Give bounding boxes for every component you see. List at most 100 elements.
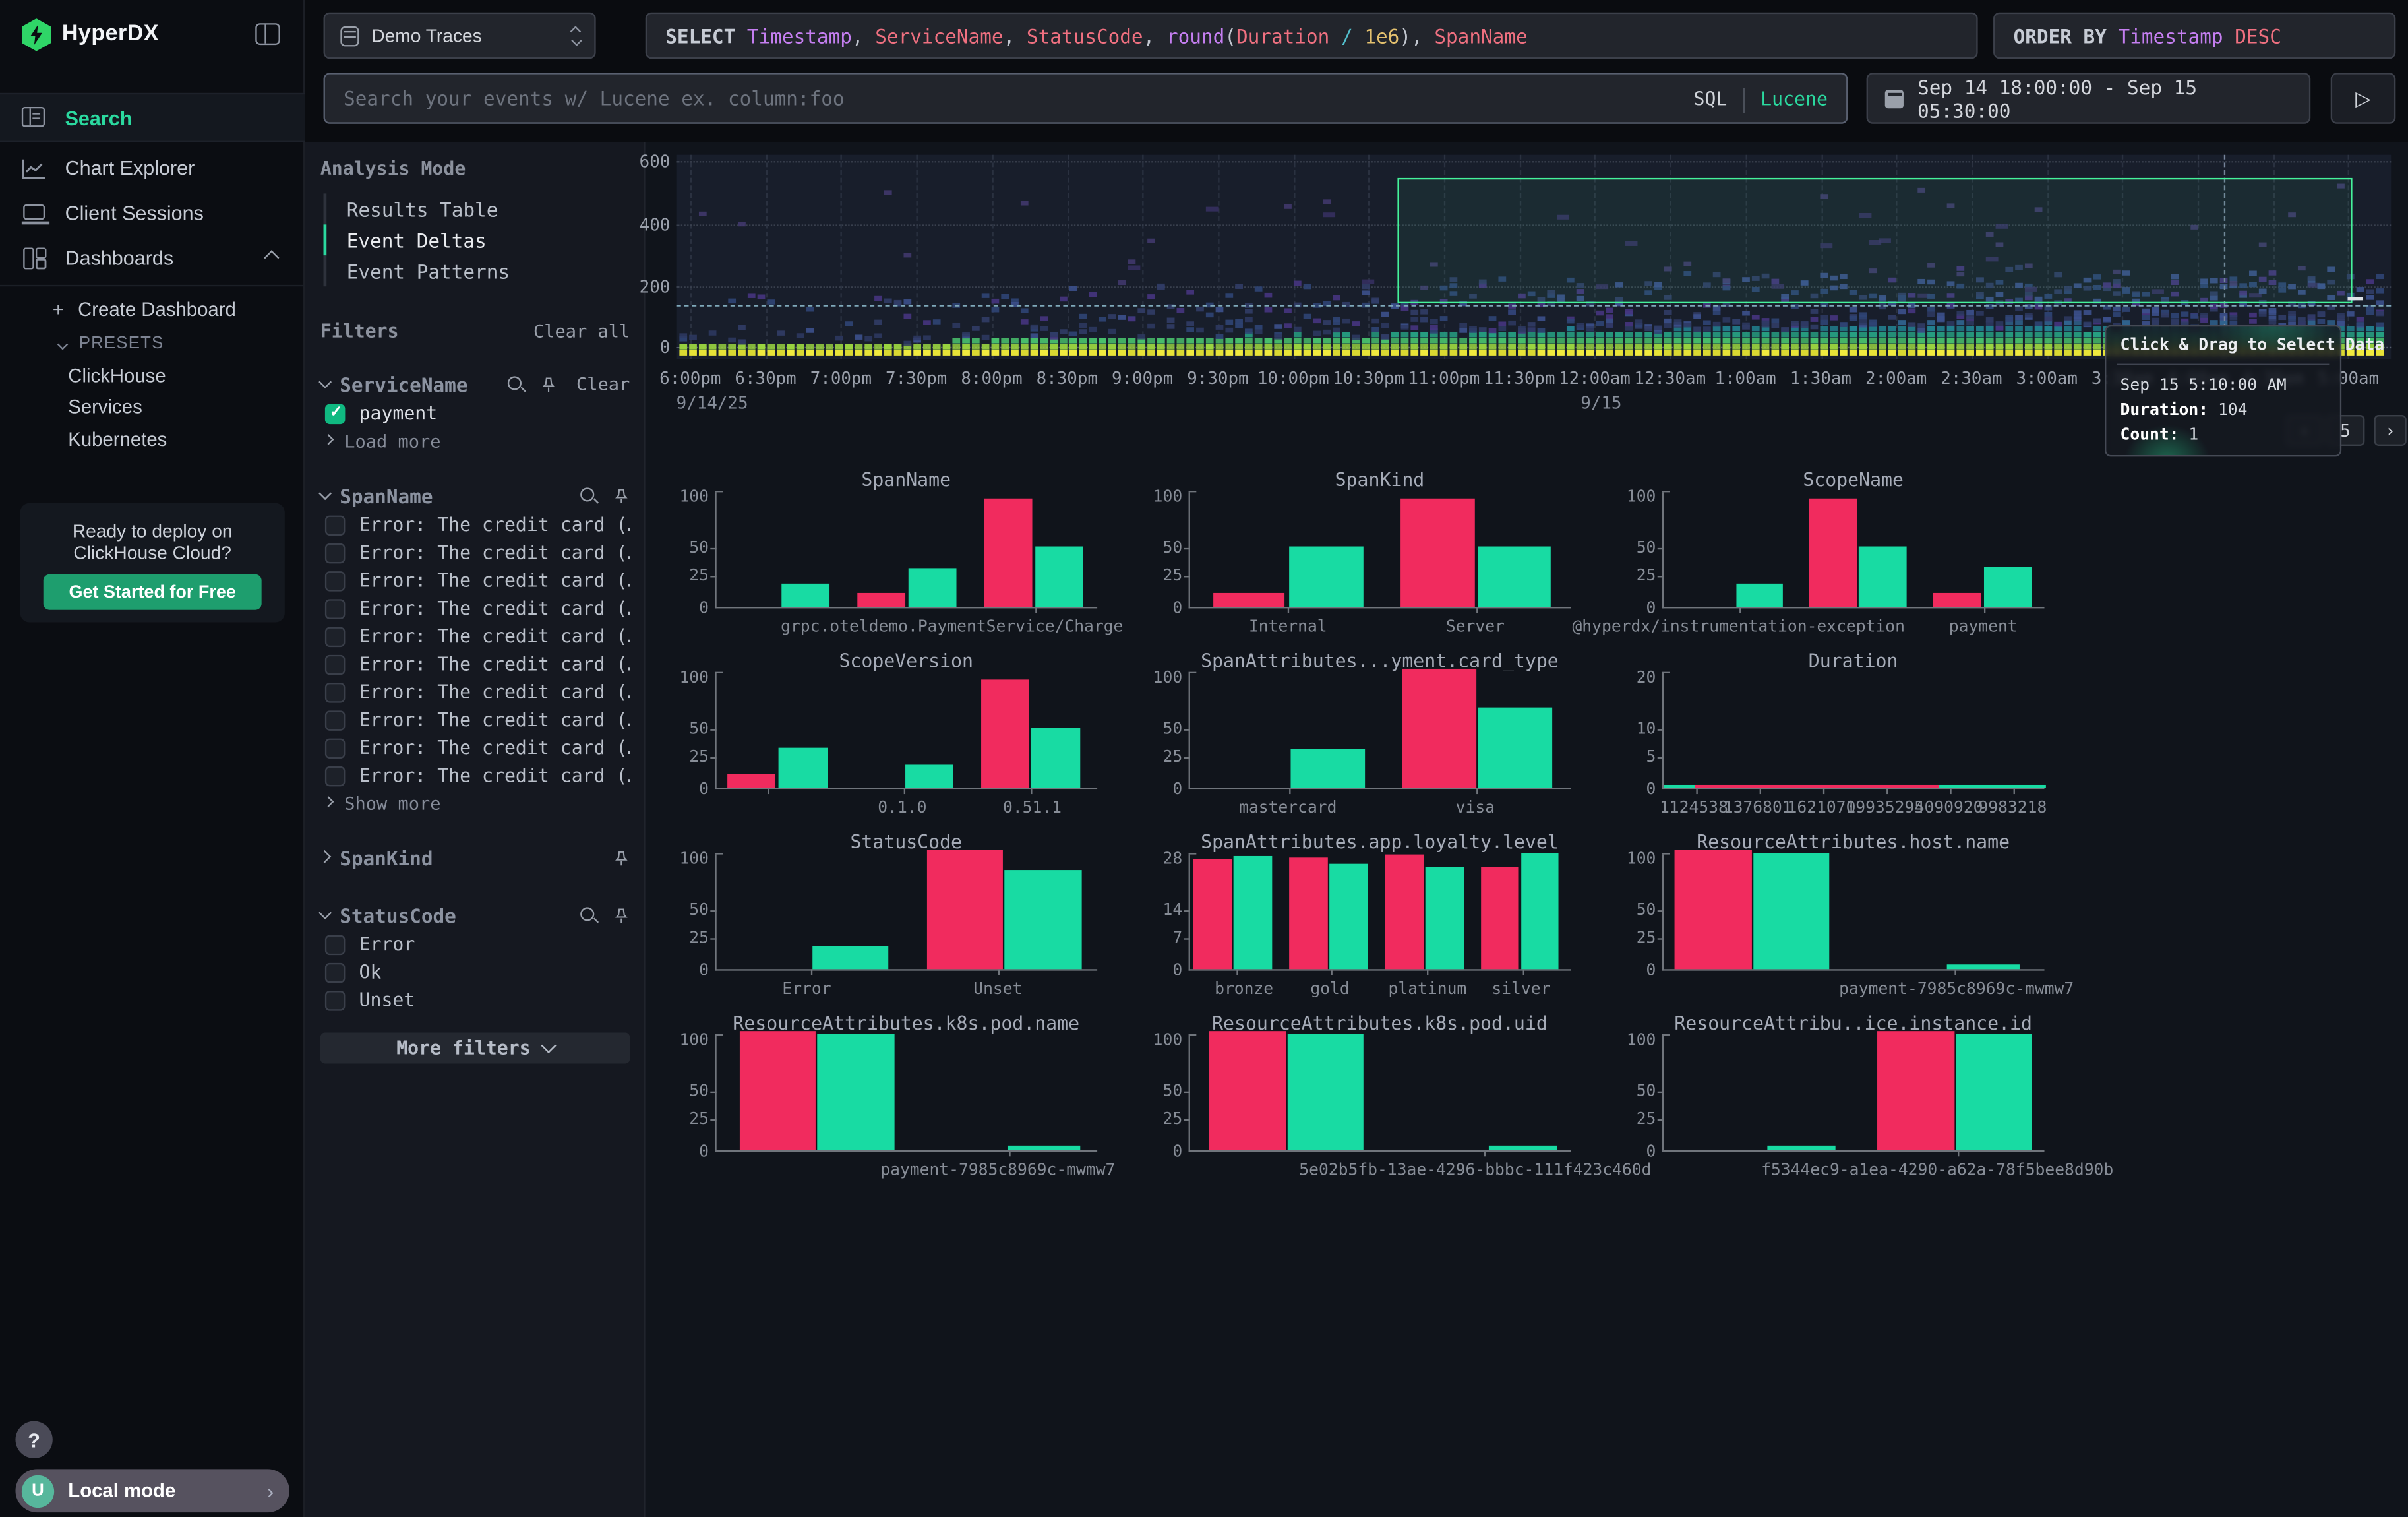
filter-option-label: payment <box>359 402 438 424</box>
sidebar-item-services[interactable]: Services <box>68 396 142 418</box>
filter-group-spankind[interactable]: SpanKind <box>320 842 630 873</box>
checkbox-unchecked[interactable] <box>325 990 346 1010</box>
sidebar-item-dashboards[interactable]: Dashboards <box>0 235 305 280</box>
filter-option-row[interactable]: Error: The credit card (… <box>325 539 630 567</box>
bar-selection <box>1481 867 1519 969</box>
filter-option-row[interactable]: Error: The credit card (… <box>325 623 630 650</box>
sidebar-item-client-sessions[interactable]: Client Sessions <box>0 191 305 235</box>
checkbox-unchecked[interactable] <box>325 571 346 591</box>
sql-mode-toggle[interactable]: SQL <box>1693 88 1727 109</box>
delta-chart-spanname[interactable]: SpanName10050250grpc.oteldemo.PaymentSer… <box>677 456 1150 638</box>
filter-option-row[interactable]: Error: The credit card (… <box>325 706 630 733</box>
x-tick <box>1290 788 1291 794</box>
sidebar-item-chart-explorer[interactable]: Chart Explorer <box>0 146 305 191</box>
filter-option-row[interactable]: Error: The credit card (… <box>325 678 630 706</box>
help-button[interactable]: ? <box>15 1421 52 1458</box>
x-tick <box>1958 1150 1960 1156</box>
checkbox-unchecked[interactable] <box>325 962 346 983</box>
x-axis-label: 10:00pm <box>1257 369 1329 389</box>
checkbox-unchecked[interactable] <box>325 766 346 786</box>
y-axis-label: 20 <box>1637 669 1656 687</box>
order-by-input[interactable]: ORDER BY Timestamp DESC <box>1993 13 2395 59</box>
filter-option-row[interactable]: Error: The credit card (… <box>325 567 630 594</box>
get-started-button[interactable]: Get Started for Free <box>44 574 262 610</box>
select-query-input[interactable]: SELECT Timestamp, ServiceName, StatusCod… <box>646 13 1978 59</box>
date-range-picker[interactable]: Sep 14 18:00:00 - Sep 15 05:30:00 <box>1867 73 2311 123</box>
clear-filter-link[interactable]: Clear <box>576 373 630 395</box>
event-search-input[interactable]: Search your events w/ Lucene ex. column:… <box>324 73 1848 123</box>
bar-baseline <box>1859 547 1907 607</box>
checkbox-unchecked[interactable] <box>325 682 346 702</box>
run-query-button[interactable]: ▷ <box>2331 73 2396 123</box>
create-dashboard-button[interactable]: +Create Dashboard <box>53 299 236 321</box>
delta-chart-duration[interactable]: Duration20105011245381376801162107019935… <box>1623 638 2097 819</box>
filter-group-statuscode[interactable]: StatusCode <box>320 900 630 931</box>
checkbox-unchecked[interactable] <box>325 626 346 646</box>
y-axis-label: 50 <box>1162 720 1182 738</box>
sidebar-collapse-icon[interactable] <box>255 23 280 45</box>
delta-chart-scopeversion[interactable]: ScopeVersion100502500.1.00.51.1 <box>677 638 1150 819</box>
delta-chart-resourceattributes-host-name[interactable]: ResourceAttributes.host.name10050250paym… <box>1623 819 2097 1001</box>
y-tick <box>710 548 716 549</box>
search-icon[interactable] <box>506 375 525 393</box>
lucene-mode-toggle[interactable]: Lucene <box>1761 88 1828 109</box>
delta-chart-resourceattributes-k8s-pod-name[interactable]: ResourceAttributes.k8s.pod.name10050250p… <box>677 1000 1150 1181</box>
more-filters-button[interactable]: More filters <box>320 1033 630 1064</box>
filter-option-row[interactable]: Error: The credit card (… <box>325 734 630 762</box>
presets-toggle[interactable]: PRESETS <box>59 334 164 353</box>
search-icon[interactable] <box>579 906 597 924</box>
delta-chart-scopename[interactable]: ScopeName10050250@hyperdx/instrumentatio… <box>1623 456 2097 638</box>
checkbox-unchecked[interactable] <box>325 934 346 954</box>
user-menu[interactable]: U Local mode › <box>15 1469 289 1512</box>
sql-token: Duration <box>1236 24 1329 47</box>
analysis-mode-results-table[interactable]: Results Table <box>324 193 630 224</box>
checkbox-checked[interactable] <box>325 403 346 423</box>
filter-group-spanname[interactable]: SpanName <box>320 480 630 511</box>
sidebar-item-clickhouse[interactable]: ClickHouse <box>68 365 166 387</box>
filter-option-row[interactable]: Error: The credit card (… <box>325 650 630 678</box>
x-tick <box>1030 788 1031 794</box>
filter-option-row[interactable]: Error: The credit card (… <box>325 511 630 539</box>
checkbox-unchecked[interactable] <box>325 654 346 675</box>
delta-chart-spankind[interactable]: SpanKind10050250InternalServer <box>1150 456 1623 638</box>
filter-option-row[interactable]: Error <box>325 931 630 958</box>
filter-group-name: StatusCode <box>340 904 456 927</box>
analysis-mode-event-patterns[interactable]: Event Patterns <box>324 255 630 286</box>
selection-rectangle[interactable] <box>1397 178 2352 303</box>
pin-icon[interactable] <box>613 487 630 504</box>
search-icon[interactable] <box>579 486 597 505</box>
checkbox-unchecked[interactable] <box>325 737 346 758</box>
chevron-right-icon <box>324 435 334 445</box>
show-more-link[interactable]: Show more <box>325 789 630 816</box>
delta-chart-spanattributes-yment-card-type[interactable]: SpanAttributes...yment.card_type10050250… <box>1150 638 1623 819</box>
checkbox-unchecked[interactable] <box>325 543 346 563</box>
filter-group-servicename[interactable]: ServiceNameClear <box>320 369 630 400</box>
source-select[interactable]: Demo Traces <box>324 13 596 59</box>
checkbox-unchecked[interactable] <box>325 710 346 730</box>
filter-option-row[interactable]: Error: The credit card (… <box>325 762 630 789</box>
sidebar-item-kubernetes[interactable]: Kubernetes <box>68 429 167 450</box>
filter-option-row[interactable]: payment <box>325 400 630 427</box>
filter-option-row[interactable]: Error: The credit card (… <box>325 594 630 622</box>
delta-chart-resourceattribu-ice-instance-id[interactable]: ResourceAttribu..ice.instance.id10050250… <box>1623 1000 2097 1181</box>
delta-chart-spanattributes-app-loyalty-level[interactable]: SpanAttributes.app.loyalty.level281470br… <box>1150 819 1623 1001</box>
page-next-button[interactable]: › <box>2374 415 2406 446</box>
load-more-link[interactable]: Load more <box>325 427 630 454</box>
pin-icon[interactable] <box>613 906 630 923</box>
delta-chart-resourceattributes-k8s-pod-uid[interactable]: ResourceAttributes.k8s.pod.uid100502505e… <box>1150 1000 1623 1181</box>
x-tick <box>1950 788 1952 794</box>
sidebar-item-search[interactable]: Search <box>0 93 305 142</box>
pin-icon[interactable] <box>613 849 630 866</box>
y-axis-label: 0 <box>1172 1142 1182 1161</box>
filter-option-label: Error: The credit card (… <box>359 709 630 731</box>
filter-option-label: Error: The credit card (… <box>359 542 630 563</box>
filter-option-row[interactable]: Unset <box>325 986 630 1014</box>
y-axis-label: 200 <box>627 278 671 298</box>
pin-icon[interactable] <box>541 375 558 392</box>
checkbox-unchecked[interactable] <box>325 598 346 619</box>
analysis-mode-event-deltas[interactable]: Event Deltas <box>324 224 630 255</box>
filter-option-row[interactable]: Ok <box>325 958 630 986</box>
clear-all-link[interactable]: Clear all <box>533 321 630 342</box>
checkbox-unchecked[interactable] <box>325 514 346 535</box>
delta-chart-statuscode[interactable]: StatusCode10050250ErrorUnset <box>677 819 1150 1001</box>
